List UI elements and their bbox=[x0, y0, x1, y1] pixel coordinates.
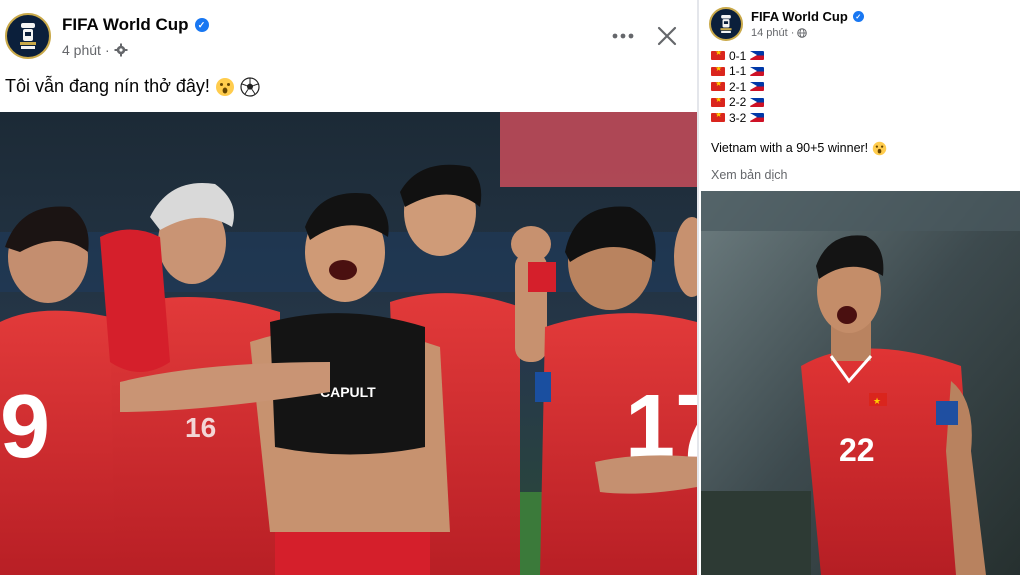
player-photo[interactable]: ★ 22 bbox=[701, 191, 1020, 575]
philippines-flag-icon bbox=[750, 113, 765, 123]
score-row: 0-1 bbox=[711, 48, 765, 64]
philippines-flag-icon bbox=[750, 66, 765, 76]
page-avatar[interactable] bbox=[709, 7, 743, 41]
see-translation-link[interactable]: Xem bản dịch bbox=[711, 168, 787, 182]
soccer-ball-emoji bbox=[240, 77, 260, 97]
vietnam-flag-icon bbox=[711, 82, 725, 92]
more-horizontal-icon bbox=[612, 33, 634, 39]
svg-text:★: ★ bbox=[873, 397, 881, 407]
jersey-number-16: 16 bbox=[185, 412, 216, 443]
verified-badge-icon: ✓ bbox=[852, 11, 864, 22]
vietnam-flag-icon bbox=[711, 113, 725, 123]
astonished-face-emoji bbox=[872, 141, 886, 156]
philippines-flag-icon bbox=[750, 82, 765, 92]
post-caption: Vietnam with a 90+5 winner! bbox=[711, 141, 869, 155]
post-timestamp[interactable]: 14 phút bbox=[751, 27, 788, 39]
page-name[interactable]: FIFA World Cup bbox=[751, 9, 848, 24]
jersey-number-9: 9 bbox=[0, 377, 50, 477]
celebration-photo-art: 9 16 CAPULT 1 bbox=[0, 112, 697, 575]
jersey-number-22: 22 bbox=[839, 432, 875, 468]
score-text: 3-2 bbox=[729, 110, 747, 125]
score-row: 2-1 bbox=[711, 79, 765, 95]
score-row: 1-1 bbox=[711, 64, 765, 80]
page-avatar[interactable] bbox=[5, 13, 51, 59]
separator-dot: · bbox=[104, 42, 110, 58]
celebration-photo[interactable]: 9 16 CAPULT 1 bbox=[0, 112, 697, 575]
gear-icon bbox=[114, 43, 128, 57]
more-options-button[interactable] bbox=[606, 22, 640, 50]
score-text: 2-2 bbox=[729, 95, 747, 110]
vietnam-flag-icon bbox=[711, 97, 725, 107]
player-photo-art: ★ 22 bbox=[701, 191, 1020, 575]
left-post: FIFA World Cup ✓ 4 phút · Tôi vẫn đang n… bbox=[0, 0, 697, 575]
vietnam-flag-icon bbox=[711, 51, 725, 61]
philippines-flag-icon bbox=[750, 51, 765, 61]
verified-badge-icon: ✓ bbox=[194, 18, 209, 32]
score-text: 1-1 bbox=[729, 64, 747, 79]
close-icon bbox=[657, 26, 677, 46]
post-timestamp[interactable]: 4 phút bbox=[62, 42, 101, 58]
score-row: 2-2 bbox=[711, 95, 765, 111]
vietnam-flag-icon bbox=[711, 66, 725, 76]
post-text: Tôi vẫn đang nín thở đây! bbox=[5, 76, 210, 96]
right-post: FIFA World Cup ✓ 14 phút · 0-1 1-1 2-1 bbox=[699, 0, 1020, 575]
fifa-trophy-logo-icon bbox=[720, 15, 732, 33]
fifa-trophy-logo-icon bbox=[20, 23, 36, 49]
philippines-flag-icon bbox=[750, 97, 765, 107]
separator-dot: · bbox=[790, 27, 795, 39]
close-post-button[interactable] bbox=[650, 20, 684, 52]
score-list: 0-1 1-1 2-1 2-2 3-2 bbox=[711, 48, 765, 126]
globe-icon bbox=[797, 28, 808, 38]
score-text: 2-1 bbox=[729, 79, 747, 94]
score-row: 3-2 bbox=[711, 110, 765, 126]
page-name[interactable]: FIFA World Cup bbox=[62, 15, 189, 35]
astonished-face-emoji bbox=[215, 78, 234, 97]
score-text: 0-1 bbox=[729, 48, 747, 63]
